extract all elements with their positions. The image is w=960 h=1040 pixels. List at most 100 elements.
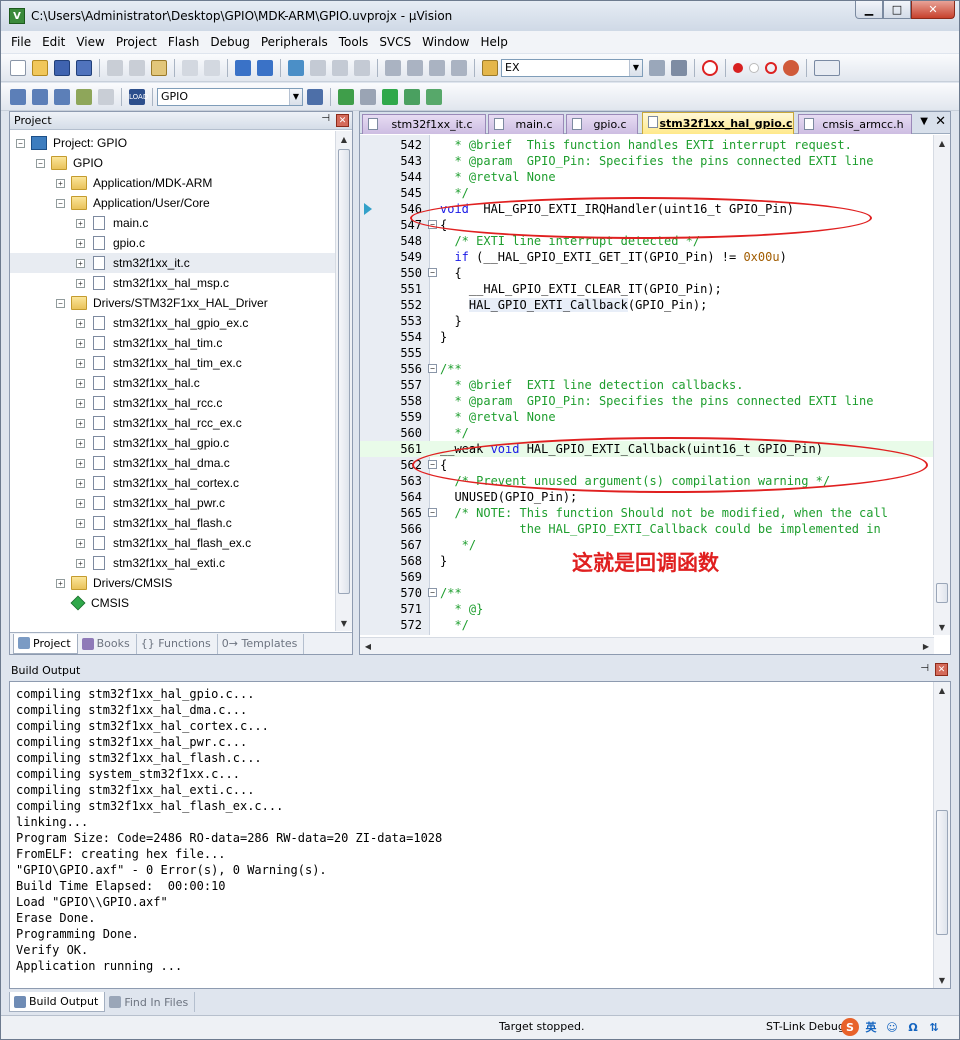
tab-gpio-c[interactable]: gpio.c <box>566 114 638 134</box>
load-icon[interactable]: LOAD <box>129 88 148 105</box>
tab-list-dropdown-icon[interactable]: ▼ <box>920 116 928 127</box>
redo-icon[interactable] <box>204 59 220 76</box>
paste-icon[interactable] <box>151 59 167 76</box>
close-tab-icon[interactable]: ✕ <box>935 114 946 129</box>
close-button[interactable]: ✕ <box>911 1 955 19</box>
tree-item[interactable]: + Drivers/CMSIS <box>56 573 172 593</box>
build-output-scrollbar[interactable]: ▲ ▼ <box>933 682 950 988</box>
tree-item[interactable]: + stm32f1xx_hal_cortex.c <box>76 473 239 493</box>
code-line[interactable]: 557 * @brief EXTI line detection callbac… <box>360 377 934 393</box>
scroll-up-icon[interactable]: ▲ <box>934 682 950 698</box>
code-line[interactable]: 550− { <box>360 265 934 281</box>
expand-icon[interactable]: + <box>76 438 85 448</box>
tree-item[interactable]: + stm32f1xx_hal_tim.c <box>76 333 222 353</box>
rebuild-icon[interactable] <box>54 88 70 105</box>
scroll-down-icon[interactable]: ▼ <box>336 615 352 631</box>
find-in-files-icon[interactable] <box>482 59 498 76</box>
scroll-up-icon[interactable]: ▲ <box>934 135 950 151</box>
code-line[interactable]: 551 __HAL_GPIO_EXTI_CLEAR_IT(GPIO_Pin); <box>360 281 934 297</box>
copy-icon[interactable] <box>129 59 145 76</box>
pin-icon[interactable]: ⊣ <box>920 663 929 674</box>
comment-icon[interactable] <box>429 59 445 76</box>
window-layout-icon[interactable] <box>814 59 840 76</box>
fold-toggle-icon[interactable]: − <box>428 508 437 517</box>
scroll-thumb[interactable] <box>338 149 350 594</box>
tree-item[interactable]: + stm32f1xx_hal_msp.c <box>76 273 229 293</box>
tree-item[interactable]: + stm32f1xx_hal_gpio_ex.c <box>76 313 248 333</box>
expand-icon[interactable]: + <box>76 318 85 328</box>
pack-installer-icon[interactable] <box>404 88 420 105</box>
expand-icon[interactable]: + <box>76 278 85 288</box>
expand-icon[interactable]: + <box>76 538 85 548</box>
code-line[interactable]: 543 * @param GPIO_Pin: Specifies the pin… <box>360 153 934 169</box>
code-line[interactable]: 542 * @brief This function handles EXTI … <box>360 137 934 153</box>
minimize-button[interactable]: ▁ <box>855 1 883 19</box>
editor-hscrollbar[interactable]: ◀ ▶ <box>360 637 934 654</box>
menu-view[interactable]: View <box>76 35 104 49</box>
code-line[interactable]: 559 * @retval None <box>360 409 934 425</box>
tree-item[interactable]: + stm32f1xx_hal_rcc_ex.c <box>76 413 242 433</box>
clear-bookmarks-icon[interactable] <box>354 59 370 76</box>
ime-emoji-icon[interactable]: ☺ <box>883 1018 901 1036</box>
tree-item[interactable]: + stm32f1xx_it.c <box>10 253 335 273</box>
expand-icon[interactable]: + <box>56 178 65 188</box>
disable-breakpoint-icon[interactable] <box>749 62 759 73</box>
scroll-thumb[interactable] <box>936 583 948 603</box>
expand-icon[interactable]: + <box>76 498 85 508</box>
close-icon[interactable]: ✕ <box>935 663 948 676</box>
menu-svcs[interactable]: SVCS <box>379 35 411 49</box>
code-line[interactable]: 549 if (__HAL_GPIO_EXTI_GET_IT(GPIO_Pin)… <box>360 249 934 265</box>
ime-language-icon[interactable]: 英 <box>862 1018 880 1036</box>
expand-icon[interactable]: + <box>76 458 85 468</box>
tab-templates[interactable]: 0→ Templates <box>218 633 305 654</box>
tab-cmsis-armcc-h[interactable]: cmsis_armcc.h <box>798 114 912 134</box>
expand-icon[interactable]: + <box>76 338 85 348</box>
uncomment-icon[interactable] <box>451 59 467 76</box>
tree-item[interactable]: − GPIO <box>36 153 103 173</box>
new-file-icon[interactable] <box>10 59 26 76</box>
code-line[interactable]: 552 HAL_GPIO_EXTI_Callback(GPIO_Pin); <box>360 297 934 313</box>
tree-item[interactable]: + stm32f1xx_hal_flash.c <box>76 513 232 533</box>
stop-build-icon[interactable] <box>98 88 114 105</box>
tree-item[interactable]: + stm32f1xx_hal_tim_ex.c <box>76 353 242 373</box>
tree-item[interactable]: + Application/MDK-ARM <box>56 173 212 193</box>
batch-build-icon[interactable] <box>76 88 92 105</box>
expand-icon[interactable]: + <box>76 378 85 388</box>
tree-item[interactable]: + main.c <box>76 213 148 233</box>
expand-icon[interactable]: + <box>76 218 85 228</box>
fold-toggle-icon[interactable]: − <box>428 364 437 373</box>
find-icon[interactable] <box>671 59 687 76</box>
tab-stm32f1xx-hal-gpio-c[interactable]: stm32f1xx_hal_gpio.c <box>642 112 794 134</box>
scroll-thumb[interactable] <box>936 810 948 935</box>
expand-icon[interactable]: + <box>76 518 85 528</box>
expand-icon[interactable]: + <box>76 478 85 488</box>
tree-item[interactable]: + stm32f1xx_hal_exti.c <box>76 553 225 573</box>
tree-item[interactable]: + gpio.c <box>76 233 145 253</box>
menu-peripherals[interactable]: Peripherals <box>261 35 328 49</box>
scroll-down-icon[interactable]: ▼ <box>934 619 950 635</box>
disable-all-breakpoints-icon[interactable] <box>783 59 799 76</box>
code-line[interactable]: 556−/** <box>360 361 934 377</box>
chevron-down-icon[interactable]: ▼ <box>289 88 302 105</box>
tree-item[interactable]: − Project: GPIO <box>16 133 127 153</box>
code-line[interactable]: 553 } <box>360 313 934 329</box>
translate-icon[interactable] <box>10 88 26 105</box>
menu-file[interactable]: File <box>11 35 31 49</box>
menu-debug[interactable]: Debug <box>210 35 249 49</box>
ime-symbol-icon[interactable]: Ω <box>904 1018 922 1036</box>
code-line[interactable]: 554} <box>360 329 934 345</box>
pin-icon[interactable]: ⊣ <box>321 113 330 124</box>
tab-build-output[interactable]: Build Output <box>9 992 106 1012</box>
expand-icon[interactable]: + <box>76 398 85 408</box>
tree-item[interactable]: CMSIS <box>56 593 129 613</box>
menu-edit[interactable]: Edit <box>42 35 65 49</box>
cut-icon[interactable] <box>107 59 123 76</box>
code-line[interactable]: 558 * @param GPIO_Pin: Specifies the pin… <box>360 393 934 409</box>
build-icon[interactable] <box>32 88 48 105</box>
file-extensions-icon[interactable] <box>360 88 376 105</box>
tree-item[interactable]: + stm32f1xx_hal_gpio.c <box>76 433 229 453</box>
scroll-left-icon[interactable]: ◀ <box>360 638 376 654</box>
tab-functions[interactable]: {} Functions <box>137 633 218 654</box>
nav-back-icon[interactable] <box>235 59 251 76</box>
unindent-icon[interactable] <box>407 59 423 76</box>
